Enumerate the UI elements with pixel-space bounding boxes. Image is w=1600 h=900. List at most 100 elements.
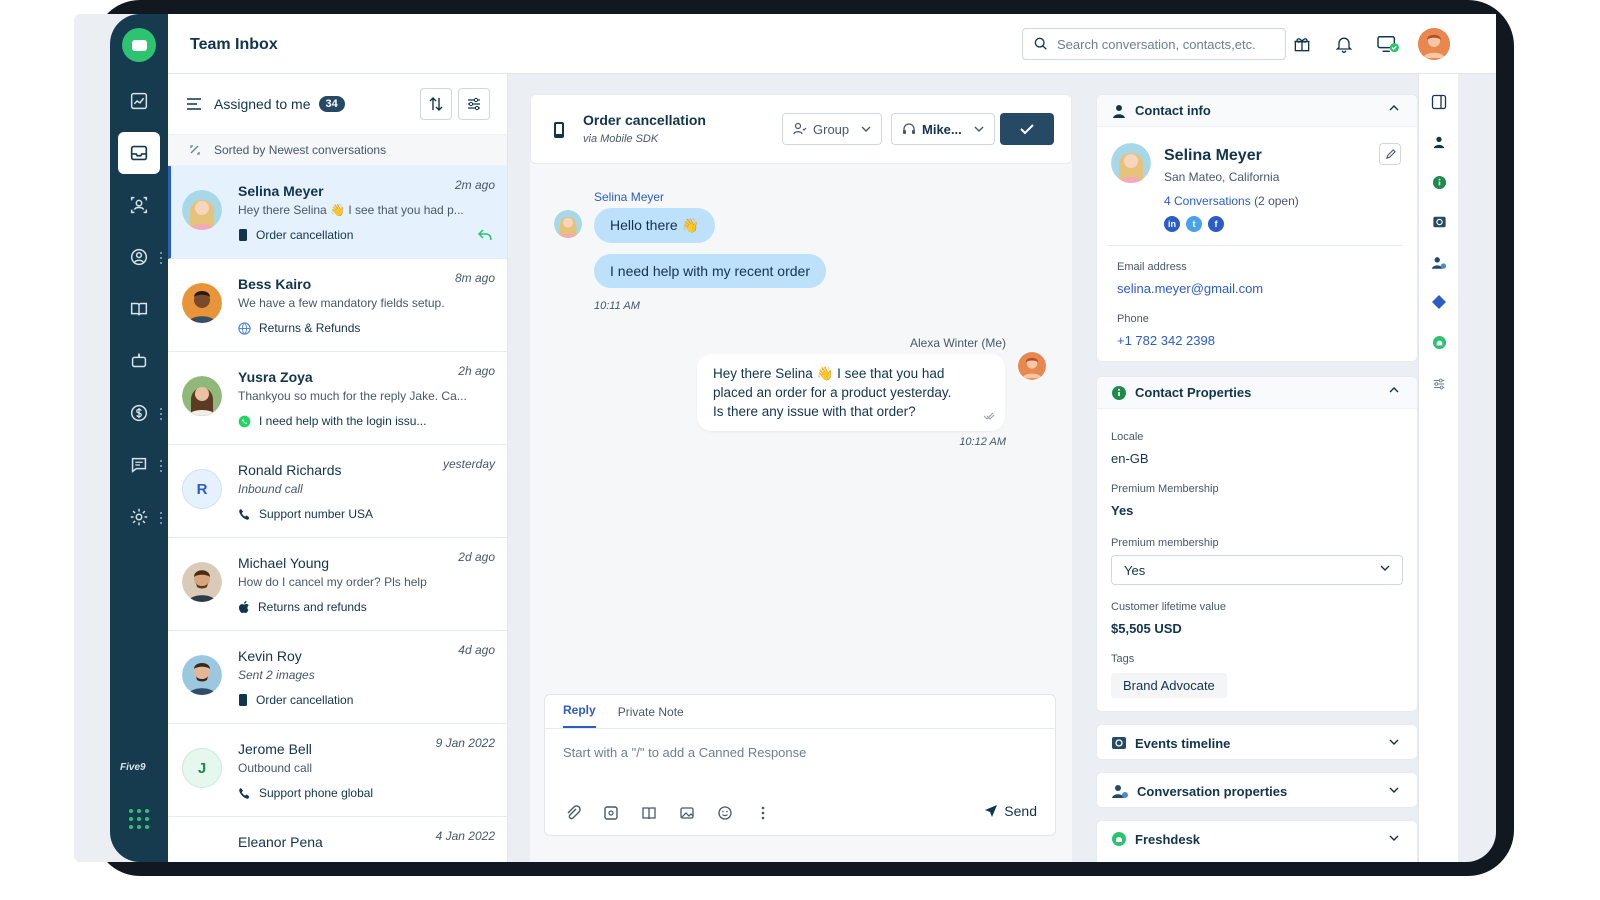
collapse-panel-icon[interactable] — [1429, 92, 1449, 112]
reply-input[interactable] — [563, 745, 1033, 760]
menu-icon[interactable] — [186, 97, 202, 111]
conversation-item[interactable]: Michael Young 2d ago How do I cancel my … — [168, 538, 507, 631]
check-icon — [1020, 124, 1034, 135]
inbox-icon — [130, 145, 148, 161]
app-logo[interactable] — [122, 28, 156, 62]
conversation-properties-header[interactable]: Conversation properties — [1097, 773, 1417, 807]
agent-status-icon[interactable] — [1376, 32, 1400, 56]
double-check-icon — [983, 412, 995, 420]
events-timeline-header[interactable]: Events timeline — [1097, 725, 1417, 759]
tab-reply[interactable]: Reply — [563, 703, 596, 728]
apple-icon — [239, 601, 249, 613]
conversation-time: 2h ago — [458, 364, 495, 378]
more-options-icon[interactable] — [753, 803, 773, 823]
conversation-time: 9 Jan 2022 — [435, 736, 495, 750]
apps-grid-icon[interactable] — [129, 809, 149, 829]
contact-properties-header[interactable]: Contact Properties — [1097, 377, 1417, 409]
contact-avatar — [182, 283, 222, 323]
group-dropdown[interactable]: Group — [782, 113, 883, 145]
send-button[interactable]: Send — [984, 803, 1037, 819]
billing-nav[interactable] — [118, 392, 160, 434]
dashboard-nav[interactable] — [118, 80, 160, 122]
contact-icon[interactable] — [1429, 132, 1449, 152]
chevron-down-icon — [1389, 835, 1399, 841]
info-icon — [1112, 385, 1126, 400]
events-timeline-card[interactable]: Events timeline — [1096, 724, 1418, 760]
sliders-icon — [468, 97, 480, 111]
facebook-icon[interactable]: f — [1208, 216, 1224, 232]
tags-label: Tags — [1111, 653, 1135, 665]
more-icon[interactable] — [160, 408, 163, 420]
image-icon[interactable] — [677, 803, 697, 823]
user-settings-icon[interactable] — [1429, 252, 1449, 272]
search-input[interactable] — [1057, 36, 1277, 52]
contact-info-header[interactable]: Contact info — [1097, 95, 1417, 127]
article-icon[interactable] — [639, 803, 659, 823]
tab-private-note[interactable]: Private Note — [618, 705, 684, 728]
more-icon[interactable] — [160, 460, 163, 472]
conversation-item[interactable]: J Jerome Bell 9 Jan 2022 Outbound call S… — [168, 724, 507, 817]
timeline-icon[interactable] — [1429, 212, 1449, 232]
composer-tabs: Reply Private Note — [545, 695, 1055, 729]
diamond-app-icon[interactable] — [1429, 292, 1449, 312]
freshdesk-header[interactable]: Freshdesk — [1097, 821, 1417, 857]
knowledge-nav[interactable] — [118, 288, 160, 330]
conversation-channel: Order cancellation — [238, 228, 353, 242]
sliders-icon[interactable] — [1429, 374, 1449, 394]
tag-chip[interactable]: Brand Advocate — [1111, 673, 1227, 698]
contact-name: Eleanor Pena — [238, 834, 323, 850]
emoji-icon[interactable] — [715, 803, 735, 823]
conversation-time: 4 Jan 2022 — [435, 829, 495, 843]
list-toolbar: Assigned to me 34 — [168, 74, 507, 134]
conversations-link[interactable]: 4 Conversations — [1164, 194, 1251, 208]
freshdesk-icon[interactable] — [1429, 332, 1449, 352]
reply-composer: Reply Private Note Send — [544, 694, 1056, 836]
message-icon — [131, 457, 147, 473]
contact-name: Selina Meyer — [238, 183, 324, 199]
customers-nav[interactable] — [118, 236, 160, 278]
resolve-button[interactable] — [1000, 113, 1054, 145]
send-icon — [985, 805, 998, 817]
user-avatar[interactable] — [1418, 28, 1450, 60]
settings-nav[interactable] — [118, 496, 160, 538]
filter-label[interactable]: Assigned to me — [214, 96, 311, 112]
premium-select-label: Premium membership — [1111, 537, 1219, 549]
sender-name: Selina Meyer — [594, 190, 665, 204]
gift-icon[interactable] — [1290, 32, 1314, 56]
canned-response-icon[interactable] — [601, 803, 621, 823]
filter-button[interactable] — [458, 88, 490, 120]
conversation-properties-card[interactable]: Conversation properties — [1096, 772, 1418, 808]
conversation-item[interactable]: R Ronald Richards yesterday Inbound call… — [168, 445, 507, 538]
info-icon[interactable] — [1429, 172, 1449, 192]
bot-icon — [131, 353, 147, 368]
search-box[interactable] — [1022, 28, 1286, 60]
conversation-item[interactable]: Selina Meyer 2m ago Hey there Selina 👋 I… — [168, 166, 507, 259]
more-icon[interactable] — [160, 512, 163, 524]
sort-button[interactable] — [420, 88, 452, 120]
conversation-item[interactable]: Eleanor Pena 4 Jan 2022 — [168, 817, 507, 862]
linkedin-icon[interactable]: in — [1164, 216, 1180, 232]
edit-contact-button[interactable] — [1379, 143, 1401, 165]
messages-nav[interactable] — [118, 444, 160, 486]
inbox-nav[interactable] — [118, 132, 160, 174]
contact-email[interactable]: selina.meyer@gmail.com — [1117, 281, 1263, 296]
bot-nav[interactable] — [118, 340, 160, 382]
conversation-item[interactable]: Kevin Roy 4d ago Sent 2 images Order can… — [168, 631, 507, 724]
freshdesk-card[interactable]: Freshdesk — [1096, 820, 1418, 862]
twitter-icon[interactable]: t — [1186, 216, 1202, 232]
conversation-channel: Order cancellation — [238, 693, 353, 707]
conversation-item[interactable]: Bess Kairo 8m ago We have a few mandator… — [168, 259, 507, 352]
agent-dropdown[interactable]: Mike... — [891, 113, 995, 145]
attachment-icon[interactable] — [563, 803, 583, 823]
contact-phone[interactable]: +1 782 342 2398 — [1117, 333, 1215, 348]
five9-logo: Five9 — [120, 762, 146, 773]
more-icon[interactable] — [160, 252, 163, 264]
apps-rail — [1418, 74, 1458, 862]
conversation-item[interactable]: Yusra Zoya 2h ago Thankyou so much for t… — [168, 352, 507, 445]
search-icon — [1034, 37, 1047, 50]
premium-select[interactable]: Yes — [1111, 555, 1403, 585]
bell-icon[interactable] — [1332, 32, 1356, 56]
contacts-nav[interactable] — [118, 184, 160, 226]
sort-text: Sorted by Newest conversations — [214, 143, 387, 157]
phone-icon — [239, 787, 250, 799]
